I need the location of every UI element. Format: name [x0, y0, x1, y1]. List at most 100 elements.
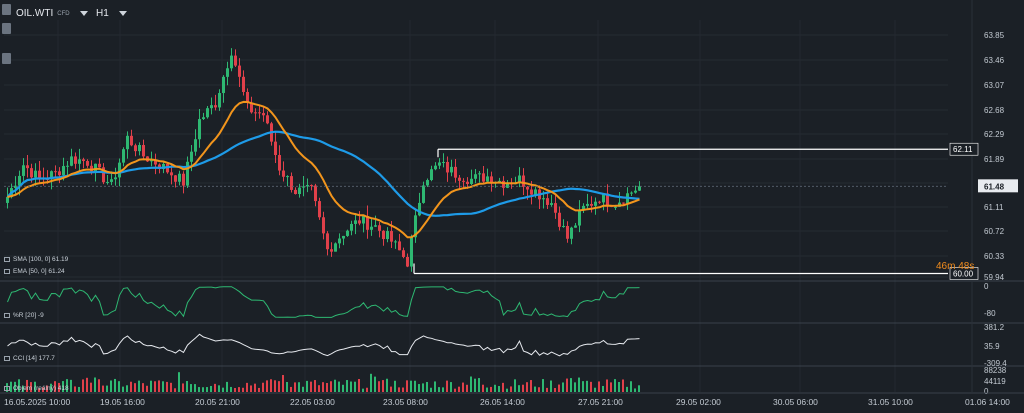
- candle-body: [34, 170, 37, 178]
- volume-bar: [290, 386, 292, 392]
- price-tick-label: 61.89: [984, 155, 1005, 164]
- candle-body: [382, 230, 385, 240]
- volume-bar: [470, 376, 472, 392]
- candle-body: [226, 68, 229, 77]
- sma-legend[interactable]: SMA [100, 0] 61.19: [4, 256, 68, 263]
- volume-bar: [346, 380, 348, 392]
- candle-body: [282, 170, 285, 177]
- volume-bar: [562, 382, 564, 392]
- candle-body: [346, 230, 349, 236]
- wr-axis-bottom: -80: [984, 309, 996, 318]
- volume-bar: [94, 377, 96, 392]
- volume-bar: [102, 385, 104, 392]
- candle-body: [502, 180, 505, 188]
- wr-legend[interactable]: %R [20] -9: [4, 312, 44, 319]
- vol-axis-top: 88238: [984, 366, 1007, 375]
- candle-body: [542, 198, 545, 200]
- volume-bar: [414, 380, 416, 392]
- volume-bar: [274, 380, 276, 392]
- candle-body: [570, 227, 573, 239]
- volume-bar: [126, 385, 128, 392]
- time-tick-label: 16.05.2025 10:00: [4, 397, 70, 407]
- volume-bar: [90, 382, 92, 392]
- volume-bar: [258, 387, 260, 392]
- timeframe-selector[interactable]: H1: [96, 8, 127, 19]
- volume-bar: [330, 381, 332, 392]
- volume-bar: [474, 378, 476, 392]
- volume-bar: [418, 384, 420, 392]
- volume-bar: [398, 387, 400, 392]
- volume-bar: [86, 377, 88, 392]
- candle-body: [242, 76, 245, 92]
- volume-bar: [186, 381, 188, 392]
- volume-legend-text: Objem (reálný) 418: [13, 385, 69, 392]
- volume-bar: [278, 381, 280, 392]
- volume-bar: [334, 379, 336, 392]
- candle-body: [566, 225, 569, 239]
- volume-bar: [190, 384, 192, 392]
- cci-line: [7, 333, 640, 357]
- candle-body: [470, 178, 473, 184]
- volume-bar: [310, 381, 312, 392]
- volume-bar: [638, 385, 640, 392]
- candle-body: [486, 176, 489, 182]
- volume-bar: [594, 387, 596, 392]
- candle-body: [130, 135, 133, 146]
- cci-axis-top: 381.2: [984, 323, 1005, 332]
- candle-body: [230, 55, 233, 69]
- candle-body: [98, 163, 101, 168]
- volume-bar: [482, 384, 484, 392]
- volume-bar: [154, 381, 156, 392]
- cci-legend-text: CCI [14] 177.7: [13, 355, 55, 362]
- time-tick-label: 22.05 03:00: [290, 397, 335, 407]
- candle-body: [6, 197, 9, 203]
- volume-bar: [442, 387, 444, 392]
- candle-body: [350, 223, 353, 231]
- volume-bar: [246, 382, 248, 392]
- volume-bar: [194, 384, 196, 392]
- chart-canvas[interactable]: 63.8563.4663.0762.6862.2961.8961.5061.11…: [0, 0, 1024, 413]
- volume-bar: [422, 383, 424, 392]
- tool-icon[interactable]: [2, 53, 11, 64]
- volume-bar: [294, 382, 296, 392]
- volume-bar: [566, 378, 568, 392]
- candle-body: [114, 177, 117, 180]
- volume-bar: [610, 382, 612, 392]
- volume-bar: [338, 381, 340, 392]
- volume-bar: [490, 386, 492, 392]
- chart-stage[interactable]: 63.8563.4663.0762.6862.2961.8961.5061.11…: [0, 0, 1024, 413]
- volume-bar: [386, 378, 388, 392]
- volume-bar: [370, 373, 372, 392]
- volume-bar: [590, 381, 592, 392]
- candle-body: [222, 76, 225, 94]
- candle-body: [294, 189, 297, 195]
- volume-bar: [622, 379, 624, 392]
- tool-icon[interactable]: [2, 4, 11, 15]
- tool-icon[interactable]: [2, 23, 11, 34]
- candle-body: [262, 113, 265, 116]
- candle-body: [190, 151, 193, 162]
- candle-body: [458, 177, 461, 181]
- volume-bar: [106, 385, 108, 392]
- candle-body: [202, 117, 205, 120]
- symbol-selector[interactable]: OIL.WTI CFD: [16, 8, 88, 19]
- ema-legend[interactable]: EMA [50, 0] 61.24: [4, 268, 65, 275]
- volume-legend[interactable]: Objem (reálný) 418: [4, 385, 69, 392]
- candle-body: [194, 139, 197, 152]
- volume-bar: [558, 384, 560, 392]
- volume-bar: [570, 378, 572, 392]
- volume-bar: [554, 388, 556, 392]
- volume-bar: [146, 385, 148, 392]
- candle-body: [622, 202, 625, 204]
- candle-body: [590, 203, 593, 206]
- candle-body: [122, 149, 125, 163]
- cci-legend[interactable]: CCI [14] 177.7: [4, 355, 55, 362]
- volume-bar: [530, 380, 532, 392]
- price-tick-label: 62.68: [984, 106, 1005, 115]
- candle-body: [182, 173, 185, 186]
- volume-bar: [322, 382, 324, 392]
- volume-bar: [306, 380, 308, 392]
- volume-bar: [458, 386, 460, 392]
- volume-bar: [478, 378, 480, 392]
- volume-bar: [206, 387, 208, 392]
